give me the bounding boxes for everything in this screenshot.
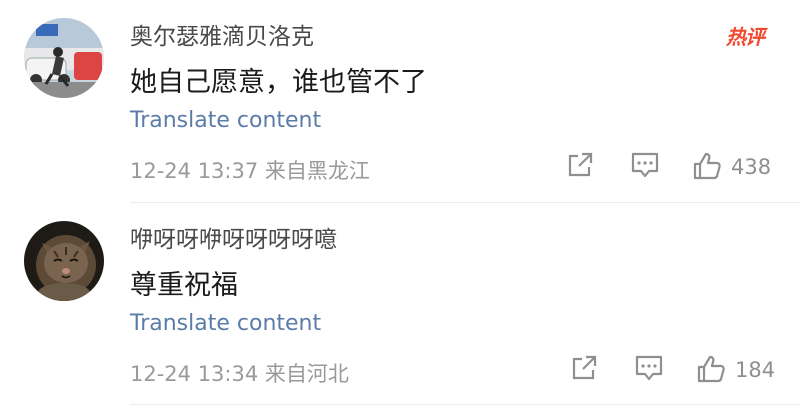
like-icon[interactable] [696,354,726,388]
share-icon[interactable] [570,354,598,386]
comment-actions: 184 [0,354,800,388]
share-icon[interactable] [566,151,594,183]
avatar[interactable] [24,18,104,98]
translate-link[interactable]: Translate content [130,108,321,133]
comment-text: 她自己愿意，谁也管不了 [130,67,427,98]
comment-item: 奥尔瑟雅滴贝洛克 她自己愿意，谁也管不了 Translate content 1… [0,0,800,202]
username[interactable]: 奥尔瑟雅滴贝洛克 [130,17,314,51]
hot-comment-badge: 热评 [722,16,776,50]
like-count: 184 [735,358,776,382]
hot-comment-badge-label: 热评 [726,25,765,49]
comment-actions: 438 [0,151,800,185]
translate-link[interactable]: Translate content [130,311,321,336]
like-icon[interactable] [692,151,722,185]
comment-item: 咿呀呀咿呀呀呀呀噫 尊重祝福 Translate content 12-24 1… [0,203,800,405]
comment-text: 尊重祝福 [130,270,238,301]
username[interactable]: 咿呀呀咿呀呀呀呀噫 [130,220,337,254]
comment-icon[interactable] [634,354,664,386]
like-count: 438 [731,155,772,179]
avatar[interactable] [24,221,104,301]
comment-icon[interactable] [630,151,660,183]
